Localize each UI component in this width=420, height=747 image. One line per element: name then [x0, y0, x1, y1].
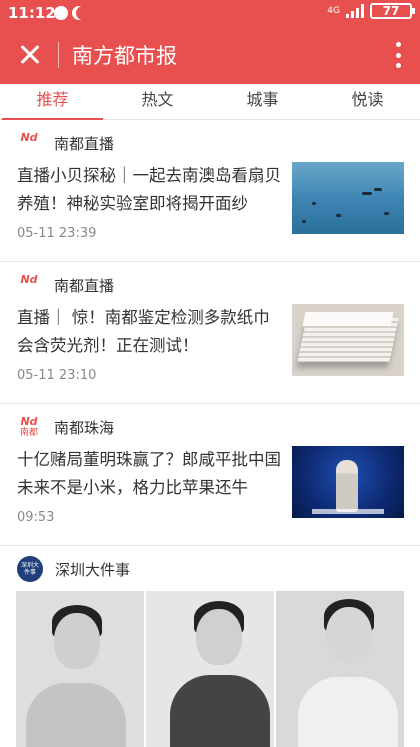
battery-level: 77: [382, 4, 400, 18]
item-source-row: Nd 南都 南都珠海: [17, 415, 114, 439]
news-item-large[interactable]: 深圳大件事 深圳大件事: [0, 546, 420, 747]
top-bar: 11:12 4G 77 南方都市报: [0, 0, 420, 84]
news-time: 05-11 23:10: [17, 368, 97, 383]
logo-sub: 南都: [19, 428, 38, 438]
source-logo-icon: Nd: [17, 132, 41, 154]
caption-bar: [312, 509, 384, 514]
status-time: 11:12: [8, 4, 56, 22]
tab-city[interactable]: 城事: [210, 84, 315, 119]
status-bar: 11:12 4G 77: [0, 0, 420, 26]
news-title[interactable]: 十亿赌局董明珠赢了？郎咸平批中国未来不是小米，格力比苹果还牛: [17, 446, 285, 502]
news-item[interactable]: Nd 南都 南都珠海 十亿赌局董明珠赢了？郎咸平批中国未来不是小米，格力比苹果还…: [0, 404, 420, 546]
source-name[interactable]: 南都直播: [54, 275, 114, 296]
source-name[interactable]: 南都直播: [54, 133, 114, 154]
notification-icon: [54, 6, 68, 20]
news-title[interactable]: 直播小贝探秘｜一起去南澳岛看扇贝养殖！神秘实验室即将揭开面纱: [17, 162, 285, 218]
news-thumbnail[interactable]: [292, 446, 404, 518]
item-source-row: Nd 南都直播: [17, 274, 114, 296]
large-image[interactable]: [16, 591, 404, 747]
category-tabs: 推荐 热文 城事 悦读: [0, 84, 420, 120]
appbar-divider: [58, 42, 59, 68]
portrait-photo: [16, 591, 146, 747]
signal-icon: [346, 4, 364, 18]
news-thumbnail[interactable]: [292, 162, 404, 234]
network-type: 4G: [327, 5, 340, 16]
app-bar: 南方都市报: [0, 26, 420, 84]
status-indicators: 4G 77: [327, 3, 415, 19]
news-title[interactable]: 直播｜ 惊！南都鉴定检测多款纸巾会含荧光剂！正在测试！: [17, 304, 285, 360]
item-source-row: 深圳大件事 深圳大件事: [17, 556, 130, 582]
news-time: 05-11 23:39: [17, 226, 97, 241]
logo-mark: Nd: [20, 131, 38, 144]
source-name[interactable]: 南都珠海: [54, 417, 114, 438]
speaker-figure: [336, 460, 358, 512]
news-feed: Nd 南都直播 直播小贝探秘｜一起去南澳岛看扇贝养殖！神秘实验室即将揭开面纱 0…: [0, 120, 420, 546]
more-dot-icon: [395, 42, 401, 47]
logo-mark: Nd: [20, 273, 38, 286]
battery-icon: 77: [370, 3, 415, 19]
portrait-photo: [146, 591, 276, 747]
source-logo-icon: 深圳大件事: [17, 556, 43, 582]
source-name[interactable]: 深圳大件事: [55, 559, 130, 580]
logo-text: 深圳大件事: [20, 562, 39, 576]
more-options-button[interactable]: [390, 40, 406, 70]
item-source-row: Nd 南都直播: [17, 132, 114, 154]
tissue-top: [302, 312, 394, 326]
news-item[interactable]: Nd 南都直播 直播｜ 惊！南都鉴定检测多款纸巾会含荧光剂！正在测试！ 05-1…: [0, 262, 420, 404]
more-dot-icon: [395, 52, 401, 58]
close-button[interactable]: [12, 37, 48, 73]
logo-mark: Nd: [20, 415, 38, 428]
more-dot-icon: [395, 63, 401, 68]
tab-recommend[interactable]: 推荐: [0, 84, 105, 120]
moon-icon: [72, 6, 86, 20]
news-item[interactable]: Nd 南都直播 直播小贝探秘｜一起去南澳岛看扇贝养殖！神秘实验室即将揭开面纱 0…: [0, 120, 420, 262]
portrait-photo: [276, 591, 404, 747]
tab-reading[interactable]: 悦读: [315, 84, 420, 119]
source-logo-icon: Nd: [17, 274, 41, 296]
tab-hot[interactable]: 热文: [105, 84, 210, 119]
news-thumbnail[interactable]: [292, 304, 404, 376]
page-title: 南方都市报: [72, 44, 177, 68]
source-logo-icon: Nd 南都: [17, 415, 41, 439]
news-time: 09:53: [17, 510, 55, 525]
